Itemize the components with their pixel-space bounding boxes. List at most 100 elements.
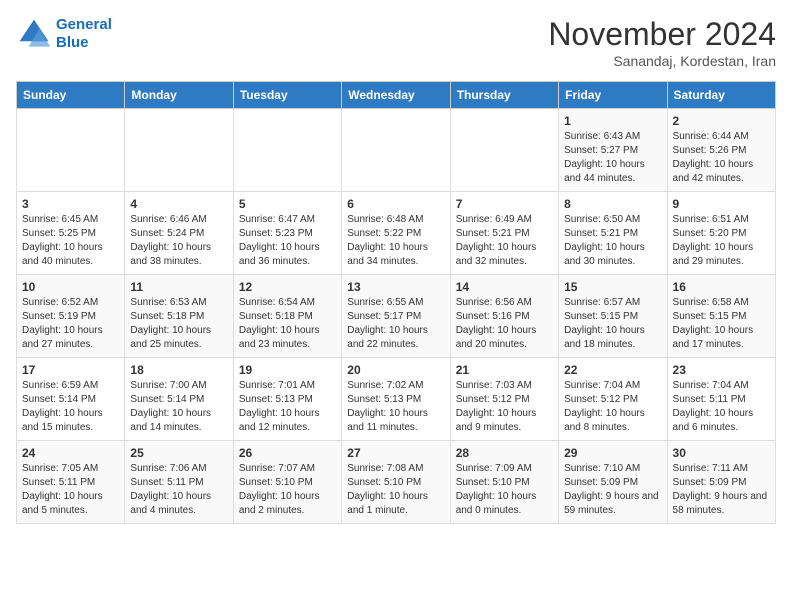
calendar-table: SundayMondayTuesdayWednesdayThursdayFrid…	[16, 81, 776, 524]
day-number: 15	[564, 280, 661, 294]
location: Sanandaj, Kordestan, Iran	[548, 53, 776, 69]
day-detail: Sunrise: 7:10 AMSunset: 5:09 PMDaylight:…	[564, 462, 661, 518]
calendar-cell: 2 Sunrise: 6:44 AMSunset: 5:26 PMDaylight…	[667, 109, 775, 192]
calendar-cell	[17, 109, 125, 192]
day-detail: Sunrise: 6:59 AMSunset: 5:14 PMDaylight:…	[22, 379, 119, 435]
calendar-cell: 29 Sunrise: 7:10 AMSunset: 5:09 PMDayligh…	[559, 441, 667, 524]
calendar-cell: 12 Sunrise: 6:54 AMSunset: 5:18 PMDayligh…	[233, 275, 341, 358]
calendar-cell: 26 Sunrise: 7:07 AMSunset: 5:10 PMDayligh…	[233, 441, 341, 524]
day-number: 24	[22, 446, 119, 460]
day-number: 4	[130, 197, 227, 211]
day-detail: Sunrise: 7:08 AMSunset: 5:10 PMDaylight:…	[347, 462, 444, 518]
day-number: 18	[130, 363, 227, 377]
day-number: 29	[564, 446, 661, 460]
logo: General Blue	[16, 16, 112, 52]
calendar-week-row: 10Sunrise: 6:52 AMSunset: 5:19 PMDayligh…	[17, 275, 776, 358]
calendar-cell: 4 Sunrise: 6:46 AMSunset: 5:24 PMDaylight…	[125, 192, 233, 275]
calendar-cell: 1 Sunrise: 6:43 AMSunset: 5:27 PMDaylight…	[559, 109, 667, 192]
day-detail: Sunrise: 6:43 AMSunset: 5:27 PMDaylight:…	[564, 130, 661, 186]
day-number: 1	[564, 114, 661, 128]
calendar-cell: 20 Sunrise: 7:02 AMSunset: 5:13 PMDayligh…	[342, 358, 450, 441]
weekday-header: Monday	[125, 82, 233, 109]
calendar-cell: 22 Sunrise: 7:04 AMSunset: 5:12 PMDayligh…	[559, 358, 667, 441]
day-number: 8	[564, 197, 661, 211]
day-detail: Sunrise: 7:02 AMSunset: 5:13 PMDaylight:…	[347, 379, 444, 435]
day-detail: Sunrise: 6:45 AMSunset: 5:25 PMDaylight:…	[22, 213, 119, 269]
day-detail: Sunrise: 6:44 AMSunset: 5:26 PMDaylight:…	[673, 130, 770, 186]
day-number: 11	[130, 280, 227, 294]
day-detail: Sunrise: 6:48 AMSunset: 5:22 PMDaylight:…	[347, 213, 444, 269]
day-number: 9	[673, 197, 770, 211]
calendar-cell: 5 Sunrise: 6:47 AMSunset: 5:23 PMDaylight…	[233, 192, 341, 275]
day-detail: Sunrise: 7:04 AMSunset: 5:12 PMDaylight:…	[564, 379, 661, 435]
day-number: 7	[456, 197, 553, 211]
day-detail: Sunrise: 6:57 AMSunset: 5:15 PMDaylight:…	[564, 296, 661, 352]
day-number: 5	[239, 197, 336, 211]
day-number: 2	[673, 114, 770, 128]
calendar-week-row: 17 Sunrise: 6:59 AMSunset: 5:14 PMDayligh…	[17, 358, 776, 441]
day-number: 28	[456, 446, 553, 460]
calendar-cell: 19Sunrise: 7:01 AMSunset: 5:13 PMDayligh…	[233, 358, 341, 441]
calendar-week-row: 3 Sunrise: 6:45 AMSunset: 5:25 PMDaylight…	[17, 192, 776, 275]
day-number: 23	[673, 363, 770, 377]
calendar-cell: 18 Sunrise: 7:00 AMSunset: 5:14 PMDayligh…	[125, 358, 233, 441]
calendar-cell: 7Sunrise: 6:49 AMSunset: 5:21 PMDaylight…	[450, 192, 558, 275]
calendar-week-row: 24 Sunrise: 7:05 AMSunset: 5:11 PMDayligh…	[17, 441, 776, 524]
calendar-week-row: 1 Sunrise: 6:43 AMSunset: 5:27 PMDaylight…	[17, 109, 776, 192]
calendar-cell: 10Sunrise: 6:52 AMSunset: 5:19 PMDayligh…	[17, 275, 125, 358]
calendar-cell: 25 Sunrise: 7:06 AMSunset: 5:11 PMDayligh…	[125, 441, 233, 524]
logo-text: General Blue	[56, 16, 112, 52]
calendar-cell: 17 Sunrise: 6:59 AMSunset: 5:14 PMDayligh…	[17, 358, 125, 441]
day-detail: Sunrise: 6:46 AMSunset: 5:24 PMDaylight:…	[130, 213, 227, 269]
calendar-cell	[450, 109, 558, 192]
day-detail: Sunrise: 6:50 AMSunset: 5:21 PMDaylight:…	[564, 213, 661, 269]
day-number: 17	[22, 363, 119, 377]
day-detail: Sunrise: 7:06 AMSunset: 5:11 PMDaylight:…	[130, 462, 227, 518]
weekday-header-row: SundayMondayTuesdayWednesdayThursdayFrid…	[17, 82, 776, 109]
day-number: 27	[347, 446, 444, 460]
day-number: 14	[456, 280, 553, 294]
weekday-header: Wednesday	[342, 82, 450, 109]
page-header: General Blue November 2024 Sanandaj, Kor…	[16, 16, 776, 69]
day-number: 12	[239, 280, 336, 294]
calendar-cell: 6 Sunrise: 6:48 AMSunset: 5:22 PMDaylight…	[342, 192, 450, 275]
title-block: November 2024 Sanandaj, Kordestan, Iran	[548, 16, 776, 69]
calendar-cell: 16Sunrise: 6:58 AMSunset: 5:15 PMDayligh…	[667, 275, 775, 358]
day-detail: Sunrise: 7:05 AMSunset: 5:11 PMDaylight:…	[22, 462, 119, 518]
day-detail: Sunrise: 6:53 AMSunset: 5:18 PMDaylight:…	[130, 296, 227, 352]
day-number: 20	[347, 363, 444, 377]
day-number: 22	[564, 363, 661, 377]
day-detail: Sunrise: 7:04 AMSunset: 5:11 PMDaylight:…	[673, 379, 770, 435]
logo-icon	[16, 16, 52, 52]
day-number: 13	[347, 280, 444, 294]
day-number: 3	[22, 197, 119, 211]
day-detail: Sunrise: 6:56 AMSunset: 5:16 PMDaylight:…	[456, 296, 553, 352]
calendar-cell: 3 Sunrise: 6:45 AMSunset: 5:25 PMDaylight…	[17, 192, 125, 275]
calendar-cell: 27 Sunrise: 7:08 AMSunset: 5:10 PMDayligh…	[342, 441, 450, 524]
calendar-cell: 21 Sunrise: 7:03 AMSunset: 5:12 PMDayligh…	[450, 358, 558, 441]
calendar-cell: 15 Sunrise: 6:57 AMSunset: 5:15 PMDayligh…	[559, 275, 667, 358]
calendar-cell: 8 Sunrise: 6:50 AMSunset: 5:21 PMDaylight…	[559, 192, 667, 275]
day-number: 25	[130, 446, 227, 460]
day-detail: Sunrise: 7:03 AMSunset: 5:12 PMDaylight:…	[456, 379, 553, 435]
day-number: 6	[347, 197, 444, 211]
calendar-cell: 9Sunrise: 6:51 AMSunset: 5:20 PMDaylight…	[667, 192, 775, 275]
day-number: 21	[456, 363, 553, 377]
calendar-cell: 23 Sunrise: 7:04 AMSunset: 5:11 PMDayligh…	[667, 358, 775, 441]
day-number: 10	[22, 280, 119, 294]
day-detail: Sunrise: 7:07 AMSunset: 5:10 PMDaylight:…	[239, 462, 336, 518]
calendar-cell	[342, 109, 450, 192]
day-detail: Sunrise: 7:00 AMSunset: 5:14 PMDaylight:…	[130, 379, 227, 435]
day-detail: Sunrise: 6:47 AMSunset: 5:23 PMDaylight:…	[239, 213, 336, 269]
calendar-cell	[233, 109, 341, 192]
day-detail: Sunrise: 6:58 AMSunset: 5:15 PMDaylight:…	[673, 296, 770, 352]
day-number: 30	[673, 446, 770, 460]
weekday-header: Tuesday	[233, 82, 341, 109]
calendar-cell: 11 Sunrise: 6:53 AMSunset: 5:18 PMDayligh…	[125, 275, 233, 358]
calendar-cell: 30 Sunrise: 7:11 AMSunset: 5:09 PMDayligh…	[667, 441, 775, 524]
calendar-cell: 24 Sunrise: 7:05 AMSunset: 5:11 PMDayligh…	[17, 441, 125, 524]
day-number: 26	[239, 446, 336, 460]
calendar-cell	[125, 109, 233, 192]
day-detail: Sunrise: 6:54 AMSunset: 5:18 PMDaylight:…	[239, 296, 336, 352]
day-detail: Sunrise: 7:11 AMSunset: 5:09 PMDaylight:…	[673, 462, 770, 518]
